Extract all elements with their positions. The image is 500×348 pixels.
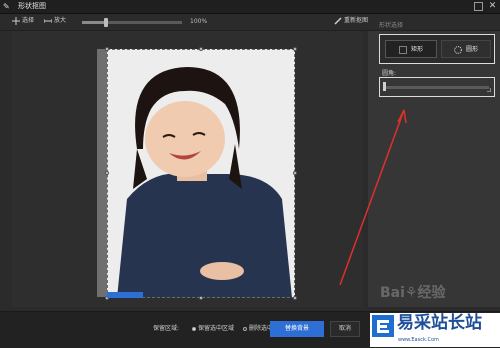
selection-indicator bbox=[107, 292, 143, 298]
corner-radius-slider-track[interactable] bbox=[384, 86, 489, 89]
circle-icon bbox=[454, 45, 462, 54]
select-tool-label: 选择 bbox=[22, 17, 35, 24]
enlarge-tool-button[interactable]: 放大 bbox=[43, 14, 67, 28]
title-bar bbox=[0, 0, 500, 14]
circle-shape-label: 圆形 bbox=[465, 46, 478, 53]
crop-handle-top[interactable] bbox=[199, 47, 203, 51]
move-icon bbox=[12, 16, 20, 25]
brush-icon bbox=[334, 16, 342, 25]
window-title: 形状抠图 bbox=[18, 2, 46, 10]
crop-handle-left[interactable] bbox=[105, 171, 109, 175]
rectangle-icon bbox=[398, 45, 407, 54]
replace-background-button[interactable]: 替换背景 bbox=[270, 321, 324, 337]
corner-radius-slider-handle[interactable] bbox=[383, 82, 386, 91]
toolbar bbox=[0, 14, 500, 31]
crop-handle-top-left[interactable] bbox=[105, 47, 109, 51]
enlarge-tool-label: 放大 bbox=[54, 17, 67, 24]
rectangle-shape-label: 矩形 bbox=[410, 46, 423, 53]
panel-title: 形状选择 bbox=[379, 22, 404, 29]
zoom-value: 100% bbox=[190, 18, 208, 25]
cancel-button[interactable]: 取消 bbox=[330, 321, 360, 337]
keep-selected-radio[interactable]: 保留选中区域 bbox=[192, 325, 234, 333]
baidu-watermark: Bai⚘经验 bbox=[380, 285, 446, 301]
reset-cutout-button[interactable]: 重新抠图 bbox=[334, 14, 368, 28]
circle-shape-button[interactable]: 圆形 bbox=[441, 40, 491, 58]
logo-url: www.Easck.Com bbox=[398, 337, 439, 343]
app-icon: ✎ bbox=[3, 2, 10, 11]
radio-dot-icon bbox=[243, 326, 247, 331]
resize-icon bbox=[43, 18, 53, 23]
zoom-slider-handle[interactable] bbox=[104, 18, 108, 27]
close-icon[interactable]: ✕ bbox=[487, 1, 498, 12]
crop-handle-bottom-right[interactable] bbox=[293, 296, 297, 300]
logo-text: 易采站长站 bbox=[397, 313, 482, 333]
radio-dot-icon bbox=[192, 326, 196, 331]
select-tool-button[interactable]: 选择 bbox=[12, 14, 34, 28]
rectangle-shape-button[interactable]: 矩形 bbox=[385, 40, 437, 58]
crop-handle-top-right[interactable] bbox=[293, 47, 297, 51]
keep-area-label: 保留区域: bbox=[153, 325, 180, 332]
crop-selection-frame[interactable] bbox=[107, 49, 295, 298]
zoom-slider-fill bbox=[82, 21, 106, 24]
annotation-arrow bbox=[339, 109, 407, 286]
resize-grip-icon bbox=[487, 88, 491, 92]
logo-e-icon bbox=[372, 315, 394, 337]
keep-selected-label: 保留选中区域 bbox=[198, 325, 235, 332]
crop-handle-bottom[interactable] bbox=[199, 296, 203, 300]
maximize-icon[interactable] bbox=[474, 2, 483, 11]
crop-handle-right[interactable] bbox=[293, 171, 297, 175]
reset-cutout-label: 重新抠图 bbox=[344, 17, 369, 24]
